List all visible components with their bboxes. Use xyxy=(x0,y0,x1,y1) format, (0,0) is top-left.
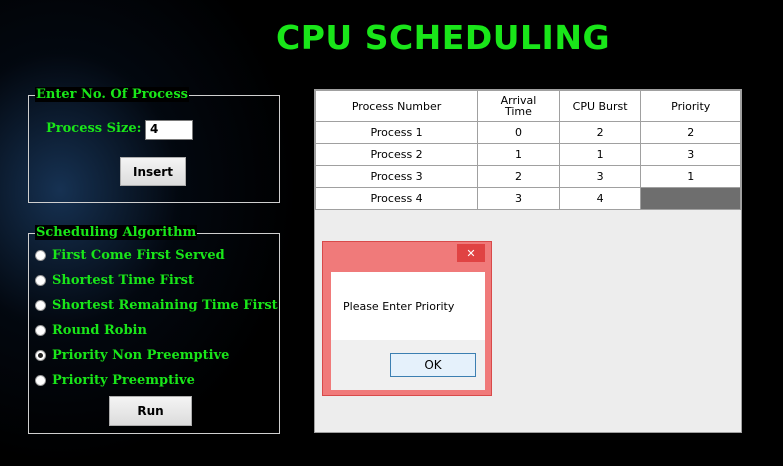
radio-button[interactable] xyxy=(35,274,46,286)
radio-option-srtf[interactable]: Shortest Remaining Time First xyxy=(35,296,278,314)
dialog-message: Please Enter Priority xyxy=(343,300,455,313)
run-button[interactable]: Run xyxy=(109,396,192,426)
process-size-input[interactable]: 4 xyxy=(145,120,193,140)
cell-process-number[interactable]: Process 2 xyxy=(314,143,479,166)
cell-priority[interactable]: 1 xyxy=(640,165,741,188)
column-header-priority[interactable]: Priority xyxy=(640,90,741,122)
radio-button[interactable] xyxy=(35,249,46,261)
table-row: Process 4 3 4 xyxy=(314,187,741,210)
radio-label: Round Robin xyxy=(52,322,147,338)
column-header-arrival-time[interactable]: Arrival Time xyxy=(477,90,560,122)
column-header-process-number[interactable]: Process Number xyxy=(314,90,479,122)
radio-button[interactable] xyxy=(35,299,46,311)
table-row: Process 2 1 1 3 xyxy=(314,143,741,166)
cell-priority[interactable]: 2 xyxy=(640,121,741,144)
radio-option-fcfs[interactable]: First Come First Served xyxy=(35,246,225,264)
insert-button[interactable]: Insert xyxy=(120,157,186,186)
page-title: CPU SCHEDULING xyxy=(276,18,611,57)
process-group: Enter No. Of Process Process Size: 4 Ins… xyxy=(28,87,280,203)
cell-process-number[interactable]: Process 4 xyxy=(314,187,479,210)
process-group-legend: Enter No. Of Process xyxy=(35,87,189,102)
algorithm-group-legend: Scheduling Algorithm xyxy=(35,225,198,240)
cell-process-number[interactable]: Process 3 xyxy=(314,165,479,188)
process-table: Process Number Arrival Time CPU Burst Pr… xyxy=(314,90,741,210)
table-row: Process 3 2 3 1 xyxy=(314,165,741,188)
radio-label: Priority Preemptive xyxy=(52,372,195,388)
table-header-row: Process Number Arrival Time CPU Burst Pr… xyxy=(314,90,741,122)
cell-cpu-burst[interactable]: 4 xyxy=(558,187,642,210)
ok-button[interactable]: OK xyxy=(390,353,476,377)
radio-option-sjf[interactable]: Shortest Time First xyxy=(35,271,194,289)
dialog-message-area: Please Enter Priority xyxy=(331,272,485,340)
arrival-time-header-text: Arrival Time xyxy=(500,94,537,118)
cell-arrival-time[interactable]: 3 xyxy=(477,187,560,210)
message-dialog: ✕ Please Enter Priority OK xyxy=(322,241,492,396)
cell-process-number[interactable]: Process 1 xyxy=(314,121,479,144)
algorithm-group: Scheduling Algorithm First Come First Se… xyxy=(28,225,280,434)
dialog-body: Please Enter Priority OK xyxy=(331,272,485,390)
cell-arrival-time[interactable]: 0 xyxy=(477,121,560,144)
radio-label: Priority Non Preemptive xyxy=(52,347,230,363)
radio-label: Shortest Remaining Time First xyxy=(52,297,278,313)
radio-button[interactable] xyxy=(35,324,46,336)
radio-option-priority-non-preemptive[interactable]: Priority Non Preemptive xyxy=(35,346,229,364)
cell-arrival-time[interactable]: 1 xyxy=(477,143,560,166)
table-row: Process 1 0 2 2 xyxy=(314,121,741,144)
cell-priority-active[interactable] xyxy=(640,187,741,210)
cell-arrival-time[interactable]: 2 xyxy=(477,165,560,188)
radio-label: First Come First Served xyxy=(52,247,225,263)
cell-cpu-burst[interactable]: 2 xyxy=(558,121,642,144)
column-header-cpu-burst[interactable]: CPU Burst xyxy=(558,90,642,122)
cell-cpu-burst[interactable]: 3 xyxy=(558,165,642,188)
cell-cpu-burst[interactable]: 1 xyxy=(558,143,642,166)
close-icon[interactable]: ✕ xyxy=(457,244,485,262)
cell-priority[interactable]: 3 xyxy=(640,143,741,166)
radio-label: Shortest Time First xyxy=(52,272,194,288)
process-size-label: Process Size: xyxy=(46,121,142,136)
radio-button-selected[interactable] xyxy=(35,349,46,361)
radio-option-priority-preemptive[interactable]: Priority Preemptive xyxy=(35,371,195,389)
radio-option-round-robin[interactable]: Round Robin xyxy=(35,321,147,339)
radio-button[interactable] xyxy=(35,374,46,386)
